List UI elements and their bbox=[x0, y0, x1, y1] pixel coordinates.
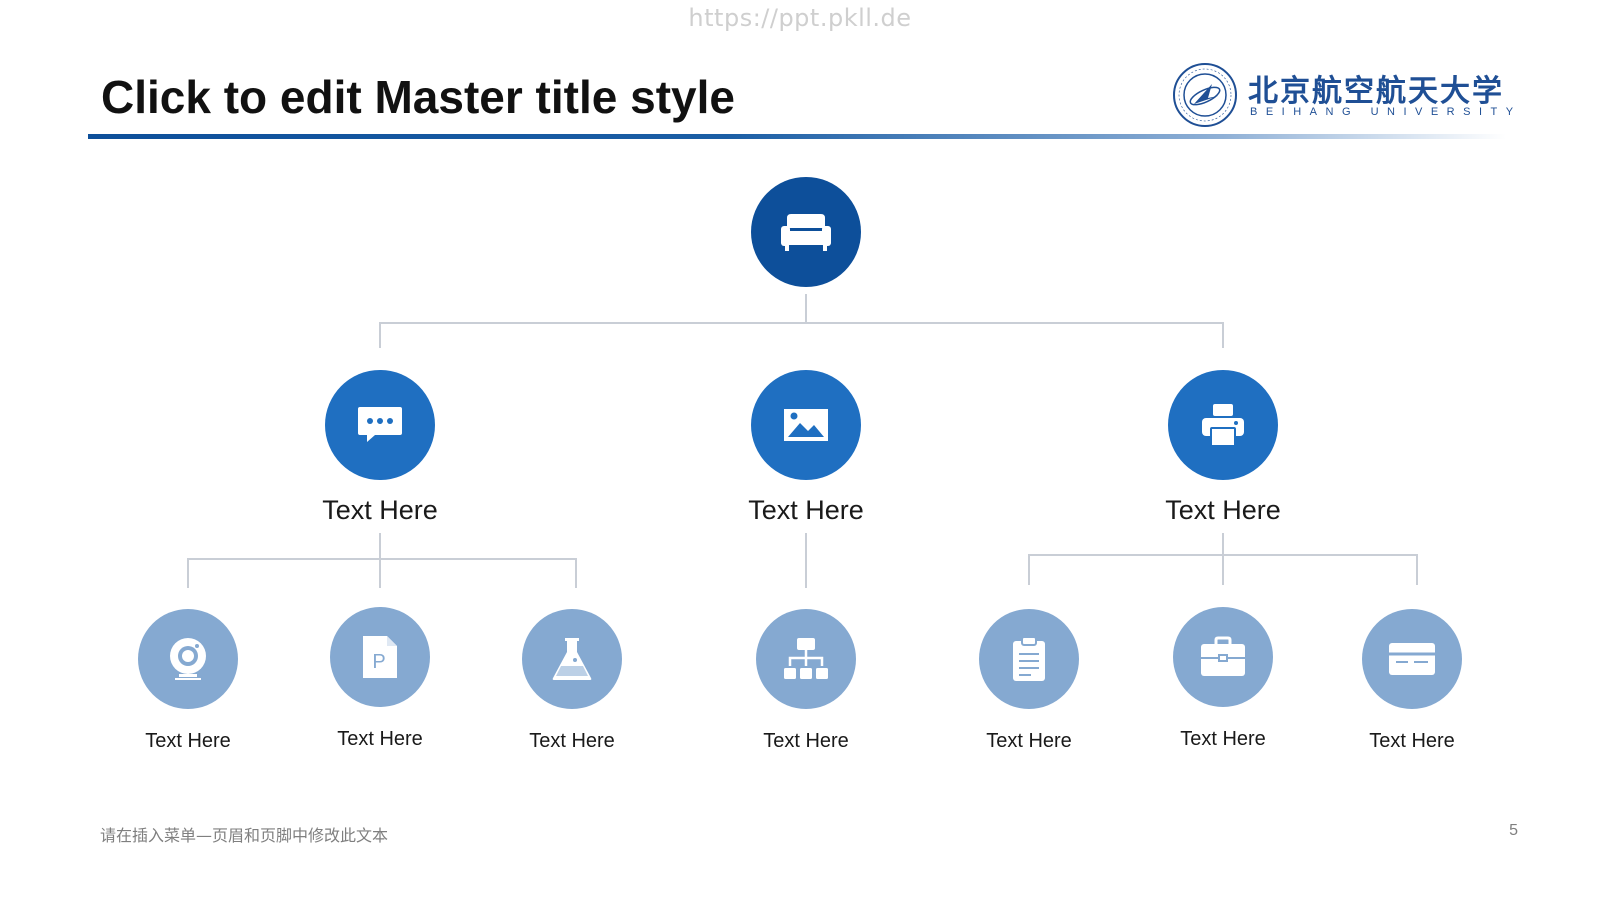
university-name-chinese: 北京航空航天大学 bbox=[1248, 74, 1504, 109]
connector-branch-3 bbox=[1028, 533, 1418, 585]
slide-title[interactable]: Click to edit Master title style bbox=[101, 70, 735, 124]
org-chart-icon bbox=[783, 636, 829, 682]
leaf-node-3[interactable] bbox=[522, 609, 622, 709]
branch-node-3[interactable] bbox=[1168, 370, 1278, 480]
connector-branch-1 bbox=[187, 533, 577, 588]
printer-icon bbox=[1200, 402, 1246, 448]
svg-text:P: P bbox=[372, 651, 385, 673]
footer-text[interactable]: 请在插入菜单—页眉和页脚中修改此文本 bbox=[100, 822, 388, 846]
leaf-label-6: Text Here bbox=[1180, 728, 1266, 750]
university-name-english: BEIHANG UNIVERSITY bbox=[1250, 106, 1522, 118]
document-p-icon: P bbox=[361, 634, 399, 680]
branch-label-1: Text Here bbox=[322, 495, 438, 525]
leaf-label-5: Text Here bbox=[986, 730, 1072, 752]
university-logo: 北京航空航天大学 BEIHANG UNIVERSITY bbox=[1172, 62, 1513, 132]
branch-node-2[interactable] bbox=[751, 370, 861, 480]
sofa-icon bbox=[780, 210, 832, 254]
watermark-url: https://ppt.pkll.de bbox=[688, 4, 912, 32]
leaf-node-1[interactable] bbox=[138, 609, 238, 709]
root-node[interactable] bbox=[751, 177, 861, 287]
card-icon bbox=[1388, 642, 1436, 676]
university-seal-icon bbox=[1172, 62, 1238, 128]
clipboard-icon bbox=[1011, 636, 1047, 682]
branch-node-1[interactable] bbox=[325, 370, 435, 480]
webcam-icon bbox=[166, 636, 210, 682]
image-icon bbox=[782, 407, 830, 443]
leaf-label-4: Text Here bbox=[763, 730, 849, 752]
leaf-node-7[interactable] bbox=[1362, 609, 1462, 709]
page-number: 5 bbox=[1509, 822, 1518, 839]
leaf-label-7: Text Here bbox=[1369, 730, 1455, 752]
leaf-node-2[interactable]: P bbox=[330, 607, 430, 707]
leaf-node-5[interactable] bbox=[979, 609, 1079, 709]
leaf-label-2: Text Here bbox=[337, 728, 423, 750]
leaf-label-1: Text Here bbox=[145, 730, 231, 752]
briefcase-icon bbox=[1199, 636, 1247, 678]
branch-label-3: Text Here bbox=[1165, 495, 1281, 525]
title-underline bbox=[88, 134, 1506, 139]
chat-bubble-icon bbox=[357, 405, 403, 445]
connector-root bbox=[379, 294, 1224, 348]
leaf-node-6[interactable] bbox=[1173, 607, 1273, 707]
flask-icon bbox=[551, 636, 593, 682]
leaf-node-4[interactable] bbox=[756, 609, 856, 709]
branch-label-2: Text Here bbox=[748, 495, 864, 525]
leaf-label-3: Text Here bbox=[529, 730, 615, 752]
